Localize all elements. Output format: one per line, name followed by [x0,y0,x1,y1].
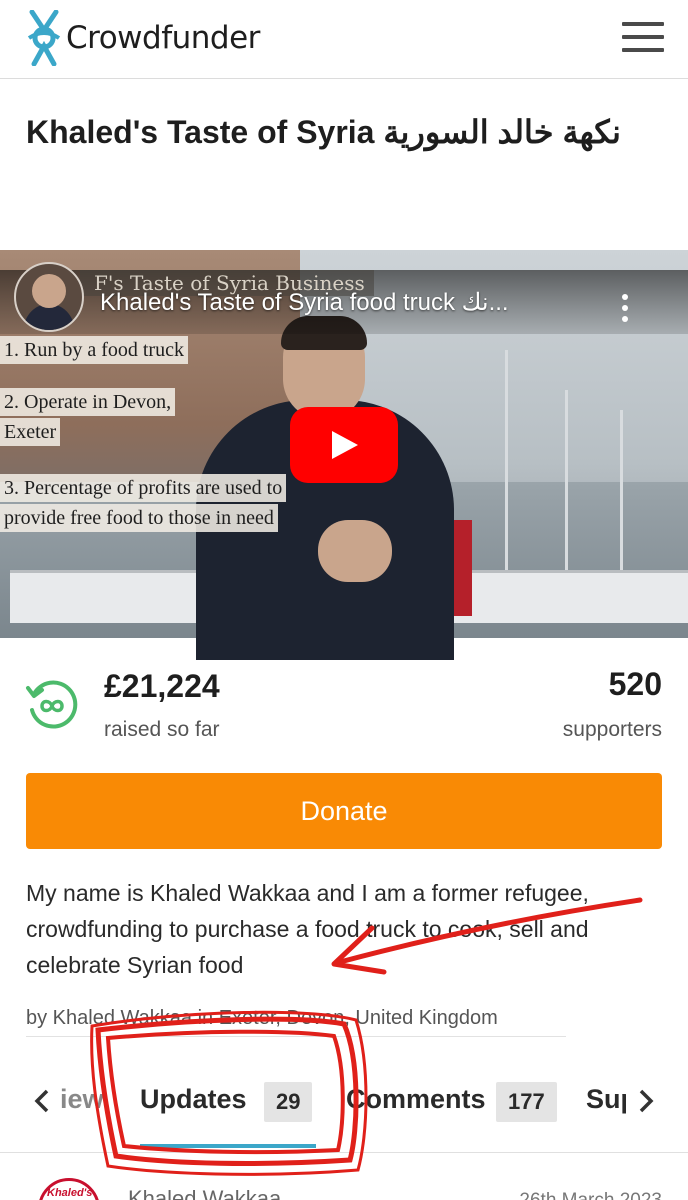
tab-count-badge: 177 [496,1082,557,1122]
logo-text: Crowdfunder [66,20,260,56]
play-icon [332,431,358,459]
flexible-funding-icon [26,680,78,729]
supporters-label: supporters [562,718,662,741]
update-date: 26th March 2023 [519,1190,662,1200]
donate-button[interactable]: Donate [26,773,662,849]
tab-label: Comments [346,1084,486,1114]
author-avatar: Khaled's [38,1178,100,1200]
tab-count-badge: 29 [264,1082,313,1122]
update-author: Khaled Wakkaa [128,1186,282,1200]
tab-overview[interactable]: iew [54,1068,114,1152]
campaign-description: My name is Khaled Wakkaa and I am a form… [26,880,589,978]
tab-label: Updates [140,1084,247,1114]
play-button[interactable] [290,407,398,483]
tab-label: iew [60,1084,104,1114]
boat-mast [565,390,568,580]
slide-caption: 2. Operate in Devon, [0,388,176,416]
campaign-tabs: iew Updates 29 Comments 177 Sup [0,1068,688,1153]
video-title[interactable]: Khaled's Taste of Syria food truck نك... [100,288,590,317]
tab-updates[interactable]: Updates 29 [140,1068,330,1152]
crowdfunder-logo[interactable]: Crowdfunder [26,10,260,66]
more-options-icon[interactable] [620,292,630,324]
channel-avatar[interactable] [14,262,84,332]
active-tab-indicator [140,1144,316,1148]
boat-mast [620,410,623,580]
slide-caption: 3. Percentage of profits are used to [0,474,287,502]
tab-comments[interactable]: Comments 177 [346,1068,562,1152]
raised-label: raised so far [104,718,220,741]
site-header: Crowdfunder [0,0,688,79]
slide-caption: 1. Run by a food truck [0,336,188,364]
tab-label: Sup [586,1084,626,1114]
boat-mast [505,350,508,580]
supporters-count: 520 [608,666,662,702]
update-item[interactable]: Khaled's Khaled Wakkaa 26th March 2023 [0,1170,688,1200]
slide-caption: Exeter [0,418,61,446]
chevron-right-icon[interactable] [638,1088,654,1114]
avatar-text: Khaled's [47,1187,93,1199]
presenter-hands [318,520,392,582]
slide-caption: provide free food to those in need [0,504,278,532]
tab-supporters[interactable]: Sup [586,1068,626,1152]
amount-raised: £21,224 [104,668,220,704]
page-title: Khaled's Taste of Syria نكهة خالد السوري… [26,114,621,150]
campaign-byline[interactable]: by Khaled Wakkaa in Exeter, Devon, Unite… [26,1007,566,1037]
crowdfunder-logo-icon [27,10,61,66]
hamburger-menu-icon[interactable] [622,22,664,52]
